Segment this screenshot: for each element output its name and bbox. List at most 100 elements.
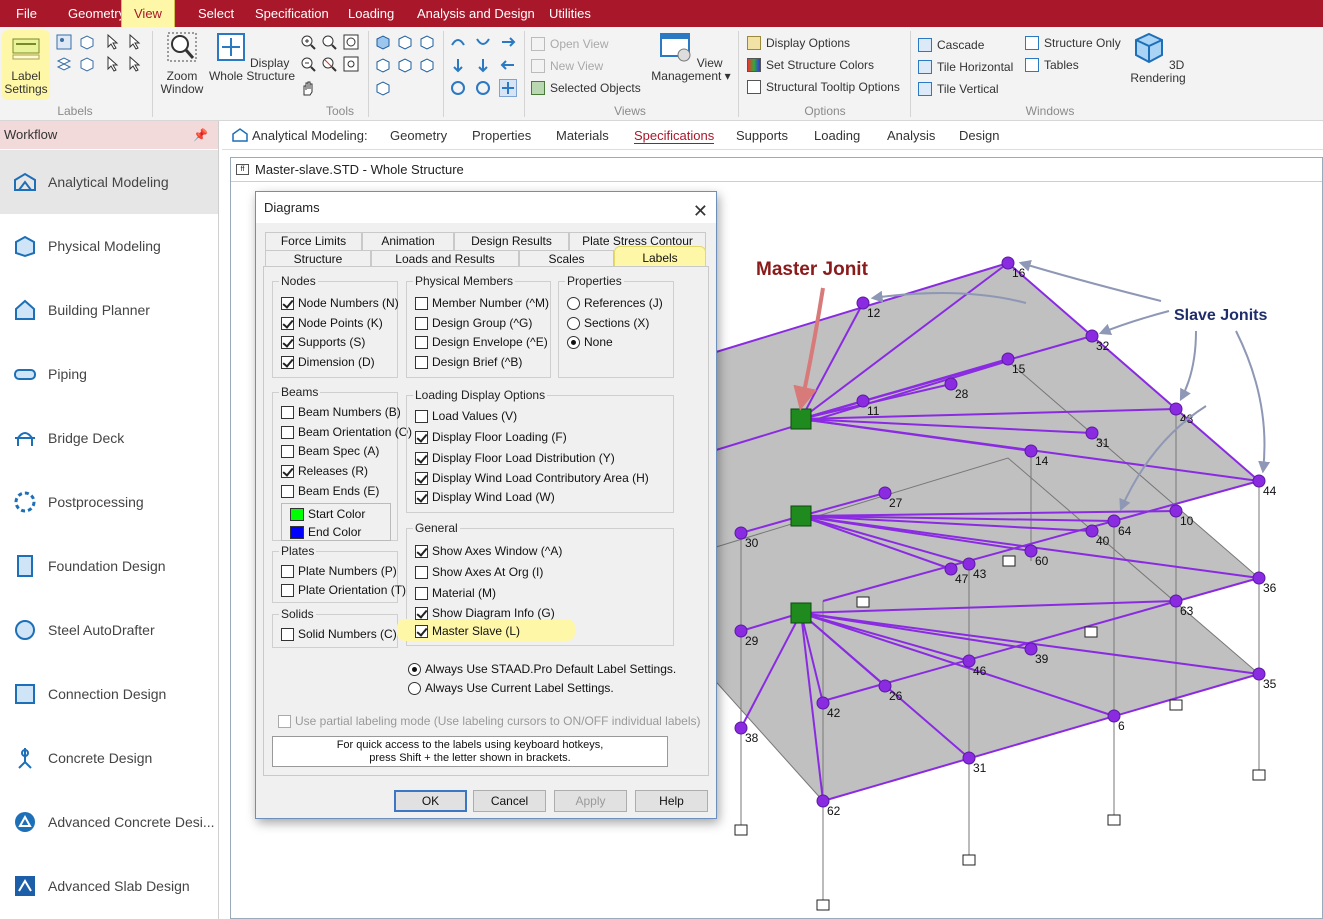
menu-select[interactable]: Select bbox=[198, 0, 234, 27]
select-node-icon[interactable] bbox=[104, 33, 122, 51]
view-top-icon[interactable] bbox=[396, 56, 414, 74]
display-options-button[interactable]: Display Options bbox=[747, 36, 850, 50]
pin-icon[interactable]: 📌 bbox=[193, 121, 208, 149]
display-whole-structure-button[interactable]: Display Whole Structure bbox=[208, 31, 296, 83]
zoom-window-button[interactable]: Zoom Window bbox=[157, 31, 207, 96]
tables-button[interactable]: Tables bbox=[1025, 58, 1079, 72]
label-plate-icon[interactable] bbox=[78, 55, 96, 73]
load-values-checkbox[interactable]: Load Values (V) bbox=[415, 409, 517, 425]
menu-analysis-design[interactable]: Analysis and Design bbox=[417, 0, 535, 27]
zoom-reset-icon[interactable] bbox=[320, 55, 338, 73]
zoom-dynamic-icon[interactable] bbox=[342, 33, 360, 51]
label-cube-icon[interactable] bbox=[78, 33, 96, 51]
rotate-right-icon[interactable] bbox=[449, 56, 467, 74]
view-iso-icon[interactable] bbox=[374, 79, 392, 97]
view-left-icon[interactable] bbox=[418, 33, 436, 51]
rotate-ccw-icon[interactable] bbox=[449, 79, 467, 97]
beam-ends-checkbox[interactable]: Beam Ends (E) bbox=[281, 484, 379, 500]
workflow-item-bridge-deck[interactable]: Bridge Deck bbox=[0, 406, 218, 470]
spin-left-icon[interactable] bbox=[474, 56, 492, 74]
tab-design[interactable]: Design bbox=[959, 128, 999, 143]
label-toggle-icon[interactable] bbox=[55, 33, 73, 51]
beam-orientation-checkbox[interactable]: Beam Orientation (O) bbox=[281, 425, 412, 441]
node-points-checkbox[interactable]: Node Points (K) bbox=[281, 316, 383, 332]
zoom-previous-icon[interactable] bbox=[342, 55, 360, 73]
design-group-checkbox[interactable]: Design Group (^G) bbox=[415, 316, 532, 332]
pan-icon[interactable] bbox=[299, 79, 317, 97]
show-diagram-info-checkbox[interactable]: Show Diagram Info (G) bbox=[415, 606, 555, 622]
tab-geometry[interactable]: Geometry bbox=[390, 128, 447, 143]
beam-numbers-checkbox[interactable]: Beam Numbers (B) bbox=[281, 405, 401, 421]
node-numbers-checkbox[interactable]: Node Numbers (N) bbox=[281, 296, 399, 312]
references-radio[interactable]: References (J) bbox=[567, 296, 663, 312]
menu-specification[interactable]: Specification bbox=[255, 0, 329, 27]
end-color-swatch[interactable]: End Color bbox=[290, 525, 361, 541]
menu-view[interactable]: View bbox=[121, 0, 175, 27]
fit-view-icon[interactable] bbox=[499, 79, 517, 97]
display-floor-loading-checkbox[interactable]: Display Floor Loading (F) bbox=[415, 430, 567, 446]
3d-rendering-button[interactable]: 3D Rendering bbox=[1128, 31, 1188, 85]
material-checkbox[interactable]: Material (M) bbox=[415, 586, 496, 602]
show-axes-window-checkbox[interactable]: Show Axes Window (^A) bbox=[415, 544, 562, 560]
ok-button[interactable]: OK bbox=[394, 790, 467, 812]
view-bottom-icon[interactable] bbox=[418, 56, 436, 74]
default-label-settings-radio[interactable]: Always Use STAAD.Pro Default Label Setti… bbox=[408, 662, 676, 678]
cascade-button[interactable]: Cascade bbox=[918, 38, 984, 52]
select-solid-icon[interactable] bbox=[126, 55, 144, 73]
workflow-item-building-planner[interactable]: Building Planner bbox=[0, 278, 218, 342]
design-envelope-checkbox[interactable]: Design Envelope (^E) bbox=[415, 335, 548, 351]
apply-button[interactable]: Apply bbox=[554, 790, 627, 812]
current-label-settings-radio[interactable]: Always Use Current Label Settings. bbox=[408, 681, 614, 697]
view-management-button[interactable]: View Management ▾ bbox=[646, 31, 736, 83]
tab-loading[interactable]: Loading bbox=[814, 128, 860, 143]
select-plate-icon[interactable] bbox=[104, 55, 122, 73]
partial-labeling-checkbox[interactable]: Use partial labeling mode (Use labeling … bbox=[278, 714, 701, 730]
set-structure-colors-button[interactable]: Set Structure Colors bbox=[747, 58, 874, 72]
select-beam-icon[interactable] bbox=[126, 33, 144, 51]
tab-labels[interactable]: Labels bbox=[614, 246, 706, 268]
spin-right-icon[interactable] bbox=[499, 56, 517, 74]
structural-tooltip-options-button[interactable]: Structural Tooltip Options bbox=[747, 80, 900, 94]
tab-animation[interactable]: Animation bbox=[362, 232, 454, 250]
beam-spec-checkbox[interactable]: Beam Spec (A) bbox=[281, 444, 379, 460]
rotate-left-icon[interactable] bbox=[499, 33, 517, 51]
workflow-item-analytical-modeling[interactable]: Analytical Modeling bbox=[0, 150, 218, 214]
rotate-cw-icon[interactable] bbox=[474, 79, 492, 97]
zoom-area-icon[interactable] bbox=[320, 33, 338, 51]
design-brief-checkbox[interactable]: Design Brief (^B) bbox=[415, 355, 522, 371]
workflow-item-steel-autodrafter[interactable]: Steel AutoDrafter bbox=[0, 598, 218, 662]
plate-orientation-checkbox[interactable]: Plate Orientation (T) bbox=[281, 583, 406, 599]
menu-utilities[interactable]: Utilities bbox=[549, 0, 591, 27]
wind-load-contributory-area-checkbox[interactable]: Display Wind Load Contributory Area (H) bbox=[415, 471, 649, 487]
new-view-button[interactable]: New View bbox=[531, 59, 603, 73]
close-icon[interactable]: ✕ bbox=[693, 196, 708, 227]
menu-loading[interactable]: Loading bbox=[348, 0, 394, 27]
view-front-icon[interactable] bbox=[374, 33, 392, 51]
show-axes-at-org-checkbox[interactable]: Show Axes At Org (I) bbox=[415, 565, 543, 581]
tab-design-results[interactable]: Design Results bbox=[454, 232, 569, 250]
none-radio[interactable]: None bbox=[567, 335, 613, 351]
menu-file[interactable]: File bbox=[16, 0, 37, 27]
tab-specifications[interactable]: Specifications bbox=[634, 128, 715, 144]
solid-numbers-checkbox[interactable]: Solid Numbers (C) bbox=[281, 627, 397, 643]
releases-checkbox[interactable]: Releases (R) bbox=[281, 464, 368, 480]
zoom-out-icon[interactable] bbox=[299, 55, 317, 73]
structure-only-button[interactable]: Structure Only bbox=[1025, 36, 1121, 50]
open-view-button[interactable]: Open View bbox=[531, 37, 608, 51]
supports-checkbox[interactable]: Supports (S) bbox=[281, 335, 365, 351]
label-beam-icon[interactable] bbox=[55, 55, 73, 73]
workflow-item-foundation-design[interactable]: Foundation Design bbox=[0, 534, 218, 598]
tab-analysis[interactable]: Analysis bbox=[887, 128, 935, 143]
help-button[interactable]: Help bbox=[635, 790, 708, 812]
start-color-swatch[interactable]: Start Color bbox=[290, 507, 365, 523]
workflow-item-advanced-concrete-design[interactable]: Advanced Concrete Desi... bbox=[0, 790, 218, 854]
tab-force-limits[interactable]: Force Limits bbox=[265, 232, 362, 250]
menu-geometry[interactable]: Geometry bbox=[68, 0, 125, 27]
tab-materials[interactable]: Materials bbox=[556, 128, 609, 143]
workflow-item-physical-modeling[interactable]: Physical Modeling bbox=[0, 214, 218, 278]
view-back-icon[interactable] bbox=[396, 33, 414, 51]
tile-horizontal-button[interactable]: Tile Horizontal bbox=[918, 60, 1013, 74]
rotate-down-icon[interactable] bbox=[474, 33, 492, 51]
workflow-item-connection-design[interactable]: Connection Design bbox=[0, 662, 218, 726]
tile-vertical-button[interactable]: Tile Vertical bbox=[918, 82, 999, 96]
